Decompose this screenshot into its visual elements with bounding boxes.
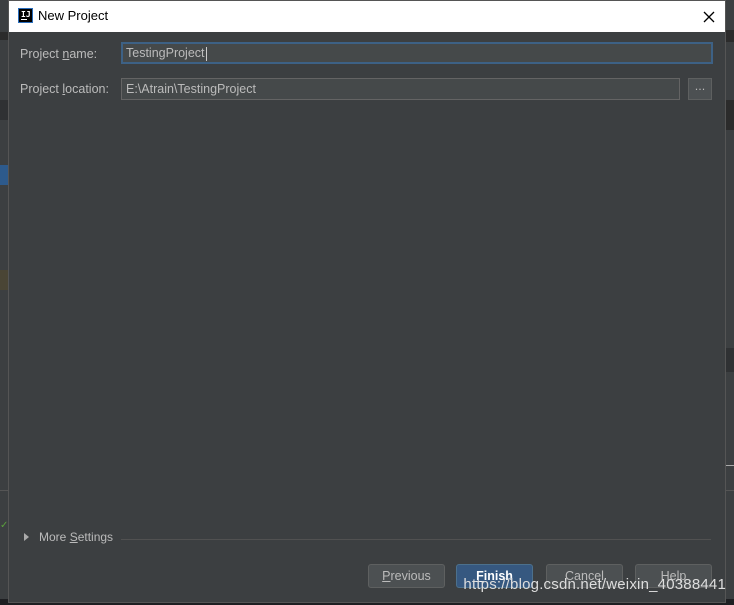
dialog-content: Project name: TestingProject Project loc…	[9, 32, 725, 602]
new-project-dialog: IJ New Project Project name: TestingProj…	[8, 0, 726, 603]
background-ide-right	[725, 0, 734, 605]
project-name-label: Project name:	[20, 47, 98, 61]
separator	[121, 539, 711, 540]
close-button[interactable]	[693, 1, 725, 32]
title-bar: IJ New Project	[9, 1, 725, 32]
browse-button[interactable]: ...	[688, 78, 712, 100]
watermark-url: https://blog.csdn.net/weixin_40388441	[463, 576, 726, 593]
project-location-label: Project location:	[20, 82, 109, 96]
intellij-logo-icon: IJ	[18, 8, 33, 23]
expand-triangle-icon	[24, 533, 29, 541]
close-icon	[703, 11, 715, 22]
window-title: New Project	[38, 8, 109, 23]
more-settings-label: More Settings	[39, 530, 114, 544]
project-name-input[interactable]: TestingProject	[121, 42, 713, 64]
more-settings-toggle[interactable]: More Settings	[24, 530, 113, 544]
previous-button[interactable]: Previous	[368, 564, 445, 588]
project-location-input[interactable]: E:\Atrain\TestingProject	[121, 78, 680, 100]
logo-text: IJ	[21, 10, 31, 19]
